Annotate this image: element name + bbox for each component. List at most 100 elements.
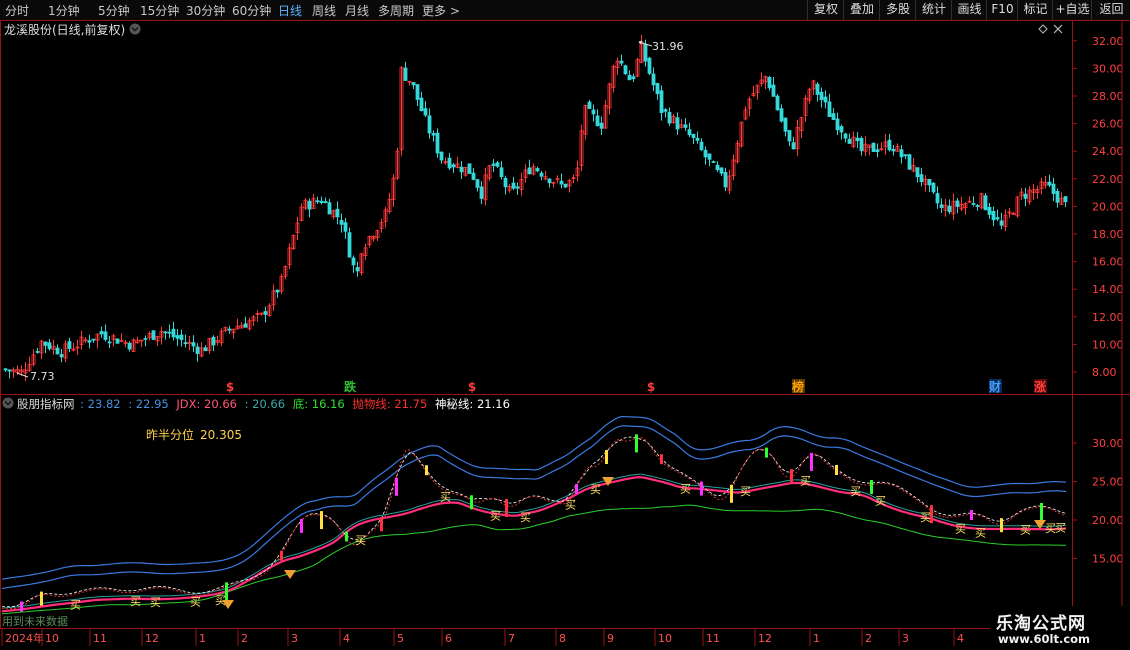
- indicator-value-bottom: 底: 16.16: [293, 397, 345, 411]
- indicator-lines: [1, 415, 1067, 615]
- candle-body: [975, 204, 980, 207]
- signal-bar: [970, 510, 973, 521]
- candle-body: [587, 101, 592, 109]
- signal-bar: [730, 484, 733, 503]
- candle-body: [171, 328, 176, 338]
- candle-body: [499, 167, 504, 178]
- candle-body: [491, 163, 496, 166]
- candle-body: [591, 109, 596, 115]
- candle-body: [411, 82, 416, 86]
- candle-body: [667, 111, 672, 124]
- buy-signal: 买: [130, 595, 141, 608]
- signal-bar: [280, 550, 283, 561]
- candle-body: [703, 149, 708, 158]
- candle-body: [843, 133, 848, 139]
- candle-body: [771, 84, 776, 97]
- candle-body: [475, 179, 480, 188]
- signal-bar: [1000, 518, 1003, 533]
- candle-body: [835, 118, 840, 131]
- candle-body: [91, 338, 96, 341]
- indicator-axis: 30.00 25.00 20.00 15.00: [1072, 395, 1124, 628]
- buy-signal: 买: [355, 534, 366, 547]
- buy-signal: 买: [150, 596, 161, 609]
- chevron-down-icon[interactable]: [2, 397, 14, 409]
- time-tick-label: 2024年: [5, 631, 44, 645]
- chevron-down-icon[interactable]: [129, 23, 141, 35]
- price-tick-label: 30.00: [1092, 62, 1124, 75]
- candle-body: [971, 203, 976, 205]
- candle-body: [1063, 196, 1068, 203]
- candle-body: [875, 149, 880, 153]
- candle-body: [659, 90, 664, 113]
- high-price-label: 31.96: [652, 40, 684, 53]
- candle-body: [539, 172, 544, 177]
- candle-body: [427, 115, 432, 134]
- buy-signal: 买: [920, 511, 931, 524]
- price-tick-label: 32.00: [1092, 35, 1124, 48]
- candle-body: [711, 161, 716, 163]
- chart-frame: [0, 20, 1130, 629]
- main-chart-header: 龙溪股份(日线,前复权): [4, 22, 1063, 37]
- candle-body: [435, 132, 440, 154]
- candle-body: [99, 331, 104, 335]
- extremes: 31.96 7.73: [16, 40, 684, 383]
- candle-body: [451, 164, 456, 168]
- candle-body: [707, 153, 712, 160]
- candle-body: [479, 186, 484, 199]
- indicator-signals: 买买买买买买买买 买买买买买买买买买买买买买买: [20, 434, 1066, 612]
- time-tick-label: 2: [241, 632, 248, 645]
- candle-body: [855, 137, 860, 142]
- stock-chart[interactable]: 龙溪股份(日线,前复权) 32.0030.0028.0026.0024.0022…: [0, 0, 1130, 650]
- time-tick-label: 5: [397, 632, 404, 645]
- candle-body: [335, 208, 340, 218]
- signal-bar: [605, 450, 608, 465]
- candle-body: [1055, 190, 1060, 203]
- candle-body: [103, 331, 108, 340]
- candle-body: [355, 267, 360, 272]
- candle-body: [655, 83, 660, 95]
- price-tick-label: 26.00: [1092, 118, 1124, 131]
- candle-body: [471, 172, 476, 180]
- buy-signal: 买: [1055, 522, 1066, 535]
- watermark: 乐淘公式网 www.60lt.com: [990, 606, 1130, 650]
- event-marker: 财: [988, 379, 1001, 394]
- time-tick-label: 10: [658, 632, 672, 645]
- signal-bar: [1040, 502, 1043, 521]
- candle-body: [43, 341, 48, 346]
- candle-body: [203, 347, 208, 352]
- candle-body: [931, 182, 936, 193]
- close-icon[interactable]: [1053, 24, 1063, 34]
- indicator-tick-label: 30.00: [1092, 437, 1124, 450]
- time-tick-label: 12: [145, 632, 159, 645]
- candle-body: [947, 205, 952, 213]
- diamond-icon[interactable]: [1038, 24, 1048, 34]
- signal-bar: [575, 484, 578, 495]
- indicator-value-1: : 23.82: [80, 397, 120, 411]
- candle-body: [915, 167, 920, 178]
- candle-body: [347, 232, 352, 258]
- candle-body: [115, 338, 120, 344]
- event-markers: $ 跌 $ $ 榜 财 涨: [226, 379, 1047, 394]
- candle-body: [431, 133, 436, 136]
- time-tick-label: 2: [865, 632, 872, 645]
- time-tick-label: 11: [706, 632, 720, 645]
- indicator-tick-label: 25.00: [1092, 476, 1124, 489]
- candle-body: [663, 109, 668, 112]
- candle-body: [779, 108, 784, 122]
- time-tick-label: 7: [508, 632, 515, 645]
- buy-signal: 买: [440, 490, 451, 503]
- signal-bar: [20, 601, 23, 612]
- signal-bar: [635, 434, 638, 453]
- candle-body: [275, 289, 280, 293]
- candlestick-series: [3, 34, 1068, 381]
- candle-body: [831, 113, 836, 120]
- candle-body: [87, 340, 92, 343]
- candle-body: [467, 163, 472, 174]
- candle-body: [991, 211, 996, 221]
- candle-body: [339, 219, 344, 225]
- annotation-label: 昨半分位: [146, 427, 194, 442]
- candle-body: [107, 341, 112, 344]
- event-marker: 涨: [1034, 379, 1046, 394]
- candle-body: [47, 342, 52, 350]
- buy-signal: 买: [190, 596, 201, 609]
